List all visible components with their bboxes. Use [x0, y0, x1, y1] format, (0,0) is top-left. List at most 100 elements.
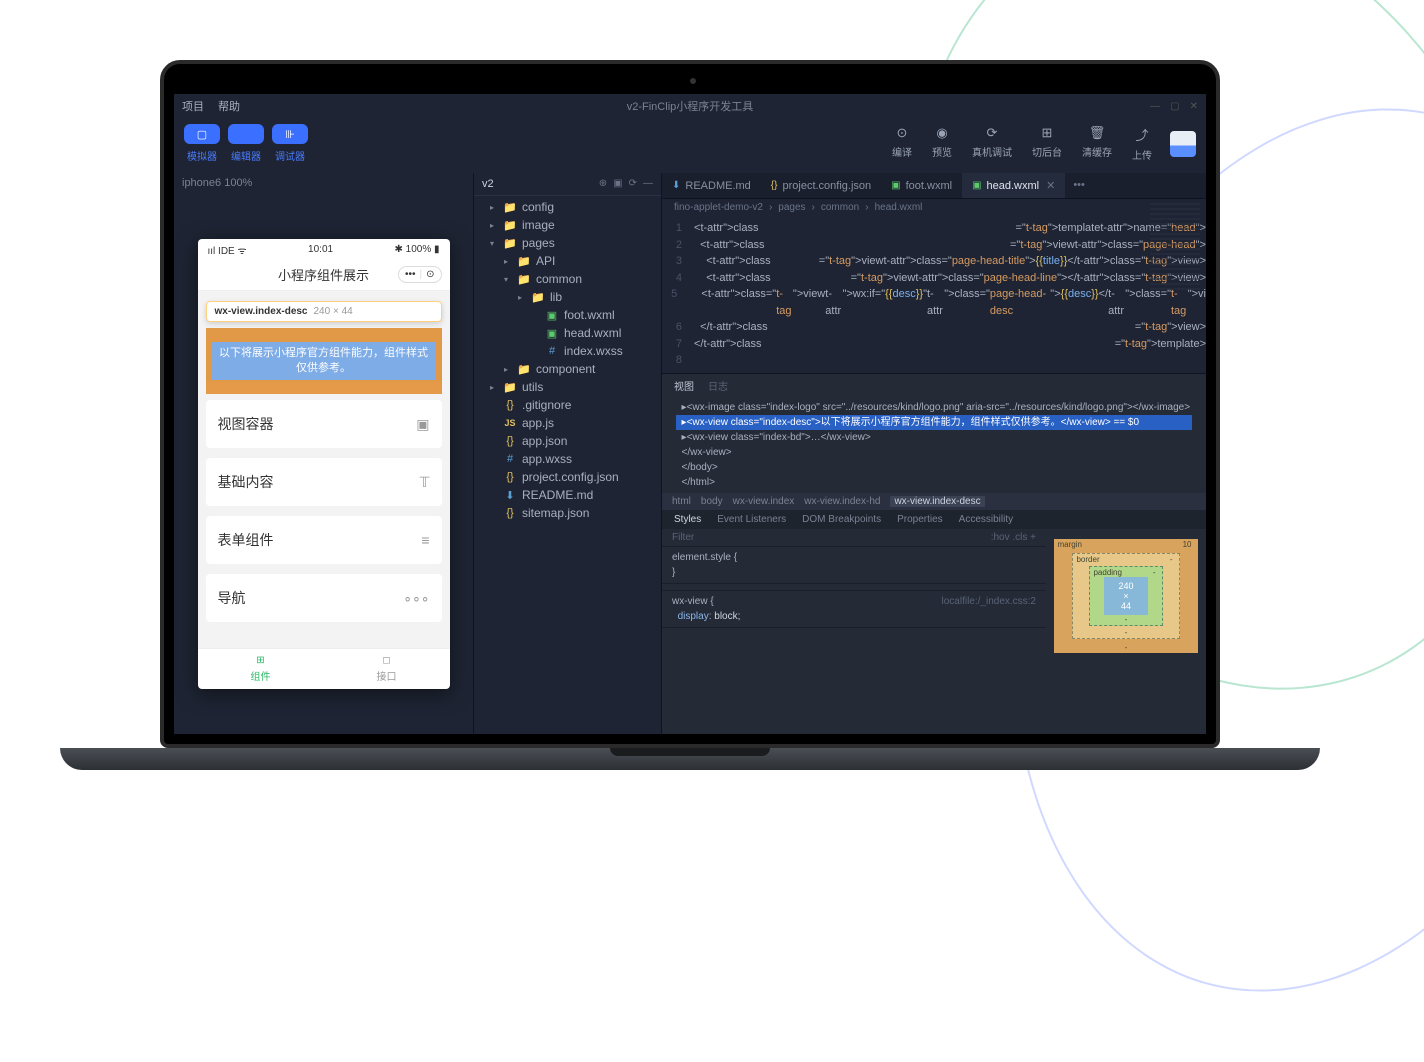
- dom-crumb-item[interactable]: body: [701, 496, 723, 507]
- menu-project[interactable]: 项目: [182, 98, 204, 114]
- code-line[interactable]: 1<t-attr">class="t-tag">template t-attr"…: [662, 220, 1206, 237]
- editor-tab-2[interactable]: ▣ foot.wxml: [881, 173, 962, 198]
- tree-item[interactable]: JS app.js: [474, 414, 661, 432]
- tree-item[interactable]: {} sitemap.json: [474, 504, 661, 522]
- simulator-panel: iphone6 100% ııl IDE ᯤ 10:01 ✱ 100% ▮ 小程…: [174, 173, 474, 734]
- style-tab-4[interactable]: Accessibility: [959, 514, 1013, 525]
- code-line[interactable]: 3 <t-attr">class="t-tag">view t-attr">cl…: [662, 253, 1206, 270]
- devtools-tab-elements[interactable]: 视图: [674, 378, 694, 393]
- devtools-tab-log[interactable]: 日志: [708, 378, 728, 393]
- breadcrumb-item[interactable]: head.wxml: [875, 202, 923, 213]
- project-root[interactable]: v2: [482, 178, 494, 190]
- toolbar-left-2[interactable]: ⊪调试器: [272, 124, 308, 163]
- editor-tab-1[interactable]: {} project.config.json: [761, 173, 881, 198]
- close-icon[interactable]: ✕: [1046, 179, 1055, 192]
- menu-card-2[interactable]: 表单组件≡: [206, 516, 442, 564]
- dom-line[interactable]: </wx-view>: [676, 445, 1192, 460]
- dom-line[interactable]: </body>: [676, 460, 1192, 475]
- maximize-icon[interactable]: ▢: [1170, 101, 1179, 112]
- more-icon[interactable]: •••: [405, 269, 416, 280]
- tree-item[interactable]: ▸ 📁 config: [474, 198, 661, 216]
- tree-item[interactable]: ▣ foot.wxml: [474, 306, 661, 324]
- toolbar-action-5[interactable]: ⤴上传: [1132, 125, 1152, 162]
- css-rule[interactable]: </span> <div>.index-desc {</div><div>&nb…: [662, 584, 1046, 591]
- toolbar-action-1[interactable]: ◉预览: [932, 125, 952, 162]
- dom-crumb-item[interactable]: wx-view.index-desc: [890, 496, 984, 507]
- menu-card-0[interactable]: 视图容器▣: [206, 400, 442, 448]
- dom-line[interactable]: ▸<wx-view class="index-desc">以下将展示小程序官方组…: [676, 415, 1192, 430]
- phone-tab-1[interactable]: ◻接口: [324, 649, 450, 689]
- new-file-icon[interactable]: ⊕: [599, 178, 607, 190]
- minimap[interactable]: [1150, 203, 1200, 293]
- menu-help[interactable]: 帮助: [218, 98, 240, 114]
- toolbar-action-4[interactable]: 🗑清缓存: [1082, 125, 1112, 162]
- toolbar-action-0[interactable]: ⊙编译: [892, 125, 912, 162]
- css-rule[interactable]: localfile:/_index.css:2 wx-view { displa…: [662, 591, 1046, 628]
- tree-item[interactable]: # index.wxss: [474, 342, 661, 360]
- tree-item[interactable]: ⬇ README.md: [474, 486, 661, 504]
- breadcrumb-item[interactable]: fino-applet-demo-v2: [674, 202, 763, 213]
- menu-card-1[interactable]: 基础内容𝕋: [206, 458, 442, 506]
- dom-crumb-item[interactable]: wx-view.index: [733, 496, 795, 507]
- code-line[interactable]: 5 <t-attr">class="t-tag">view t-attr">wx…: [662, 286, 1206, 319]
- collapse-icon[interactable]: —: [643, 178, 653, 190]
- code-line[interactable]: 7</t-attr">class="t-tag">template>: [662, 336, 1206, 353]
- style-tab-2[interactable]: DOM Breakpoints: [802, 514, 881, 525]
- code-line[interactable]: 4 <t-attr">class="t-tag">view t-attr">cl…: [662, 270, 1206, 287]
- tree-item[interactable]: ▾ 📁 pages: [474, 234, 661, 252]
- wxml-icon: ▣: [972, 180, 981, 191]
- md-icon: ⬇: [503, 489, 517, 502]
- toolbar-left-0[interactable]: ▢模拟器: [184, 124, 220, 163]
- new-folder-icon[interactable]: ▣: [613, 178, 622, 190]
- tree-item[interactable]: ▾ 📁 common: [474, 270, 661, 288]
- code-line[interactable]: 2 <t-attr">class="t-tag">view t-attr">cl…: [662, 237, 1206, 254]
- styles-filter-input[interactable]: Filter: [672, 532, 694, 543]
- phone-tab-0[interactable]: ⊞组件: [198, 649, 324, 689]
- tree-item[interactable]: ▣ head.wxml: [474, 324, 661, 342]
- tree-item[interactable]: ▸ 📁 lib: [474, 288, 661, 306]
- tree-item[interactable]: ▸ 📁 utils: [474, 378, 661, 396]
- tabs-more-icon[interactable]: •••: [1065, 173, 1093, 198]
- code-line[interactable]: 6 </t-attr">class="t-tag">view>: [662, 319, 1206, 336]
- tree-item[interactable]: {} .gitignore: [474, 396, 661, 414]
- wxss-icon: #: [545, 345, 559, 357]
- dom-line[interactable]: ▸<wx-view class="index-bd">…</wx-view>: [676, 430, 1192, 445]
- editor-tab-0[interactable]: ⬇ README.md: [662, 173, 761, 198]
- breadcrumb-item[interactable]: pages: [778, 202, 805, 213]
- tree-item[interactable]: ▸ 📁 component: [474, 360, 661, 378]
- tree-item[interactable]: {} project.config.json: [474, 468, 661, 486]
- tree-item[interactable]: ▸ 📁 image: [474, 216, 661, 234]
- dom-line[interactable]: </html>: [676, 475, 1192, 490]
- styles-filter-controls[interactable]: :hov .cls +: [991, 532, 1036, 543]
- close-icon[interactable]: ✕: [1190, 101, 1198, 112]
- editor-tab-3[interactable]: ▣ head.wxml✕: [962, 173, 1065, 198]
- tree-item[interactable]: ▸ 📁 API: [474, 252, 661, 270]
- json-icon: {}: [503, 399, 517, 411]
- refresh-icon[interactable]: ⟳: [629, 178, 637, 190]
- folder-icon: 📁: [503, 381, 517, 394]
- folder-icon: 📁: [517, 255, 531, 268]
- minimize-icon[interactable]: —: [1150, 101, 1160, 112]
- dom-breadcrumb[interactable]: html body wx-view.index wx-view.index-hd wx-…: [662, 493, 1206, 510]
- dom-line[interactable]: ▸<wx-image class="index-logo" src="../re…: [676, 400, 1192, 415]
- avatar[interactable]: [1170, 131, 1196, 157]
- tree-item[interactable]: # app.wxss: [474, 450, 661, 468]
- toolbar-action-3[interactable]: ⊞切后台: [1032, 125, 1062, 162]
- toolbar-left-1[interactable]: 编辑器: [228, 124, 264, 163]
- phone-capsule[interactable]: ••• | ⊙: [398, 266, 442, 283]
- dom-crumb-item[interactable]: wx-view.index-hd: [804, 496, 880, 507]
- code-line[interactable]: 8: [662, 352, 1206, 369]
- target-icon[interactable]: ⊙: [426, 269, 434, 280]
- style-tab-0[interactable]: Styles: [674, 514, 701, 525]
- dom-tree[interactable]: ▸<wx-image class="index-logo" src="../re…: [662, 397, 1206, 493]
- code-editor[interactable]: 1<t-attr">class="t-tag">template t-attr"…: [662, 216, 1206, 373]
- menu-card-3[interactable]: 导航∘∘∘: [206, 574, 442, 622]
- toolbar-action-2[interactable]: ⟳真机调试: [972, 125, 1012, 162]
- tree-item[interactable]: {} app.json: [474, 432, 661, 450]
- style-tab-3[interactable]: Properties: [897, 514, 943, 525]
- style-tab-1[interactable]: Event Listeners: [717, 514, 786, 525]
- style-rules[interactable]: Filter :hov .cls + element.style {} </sp…: [662, 529, 1046, 735]
- dom-crumb-item[interactable]: html: [672, 496, 691, 507]
- breadcrumb-item[interactable]: common: [821, 202, 859, 213]
- css-rule[interactable]: element.style {}: [662, 547, 1046, 584]
